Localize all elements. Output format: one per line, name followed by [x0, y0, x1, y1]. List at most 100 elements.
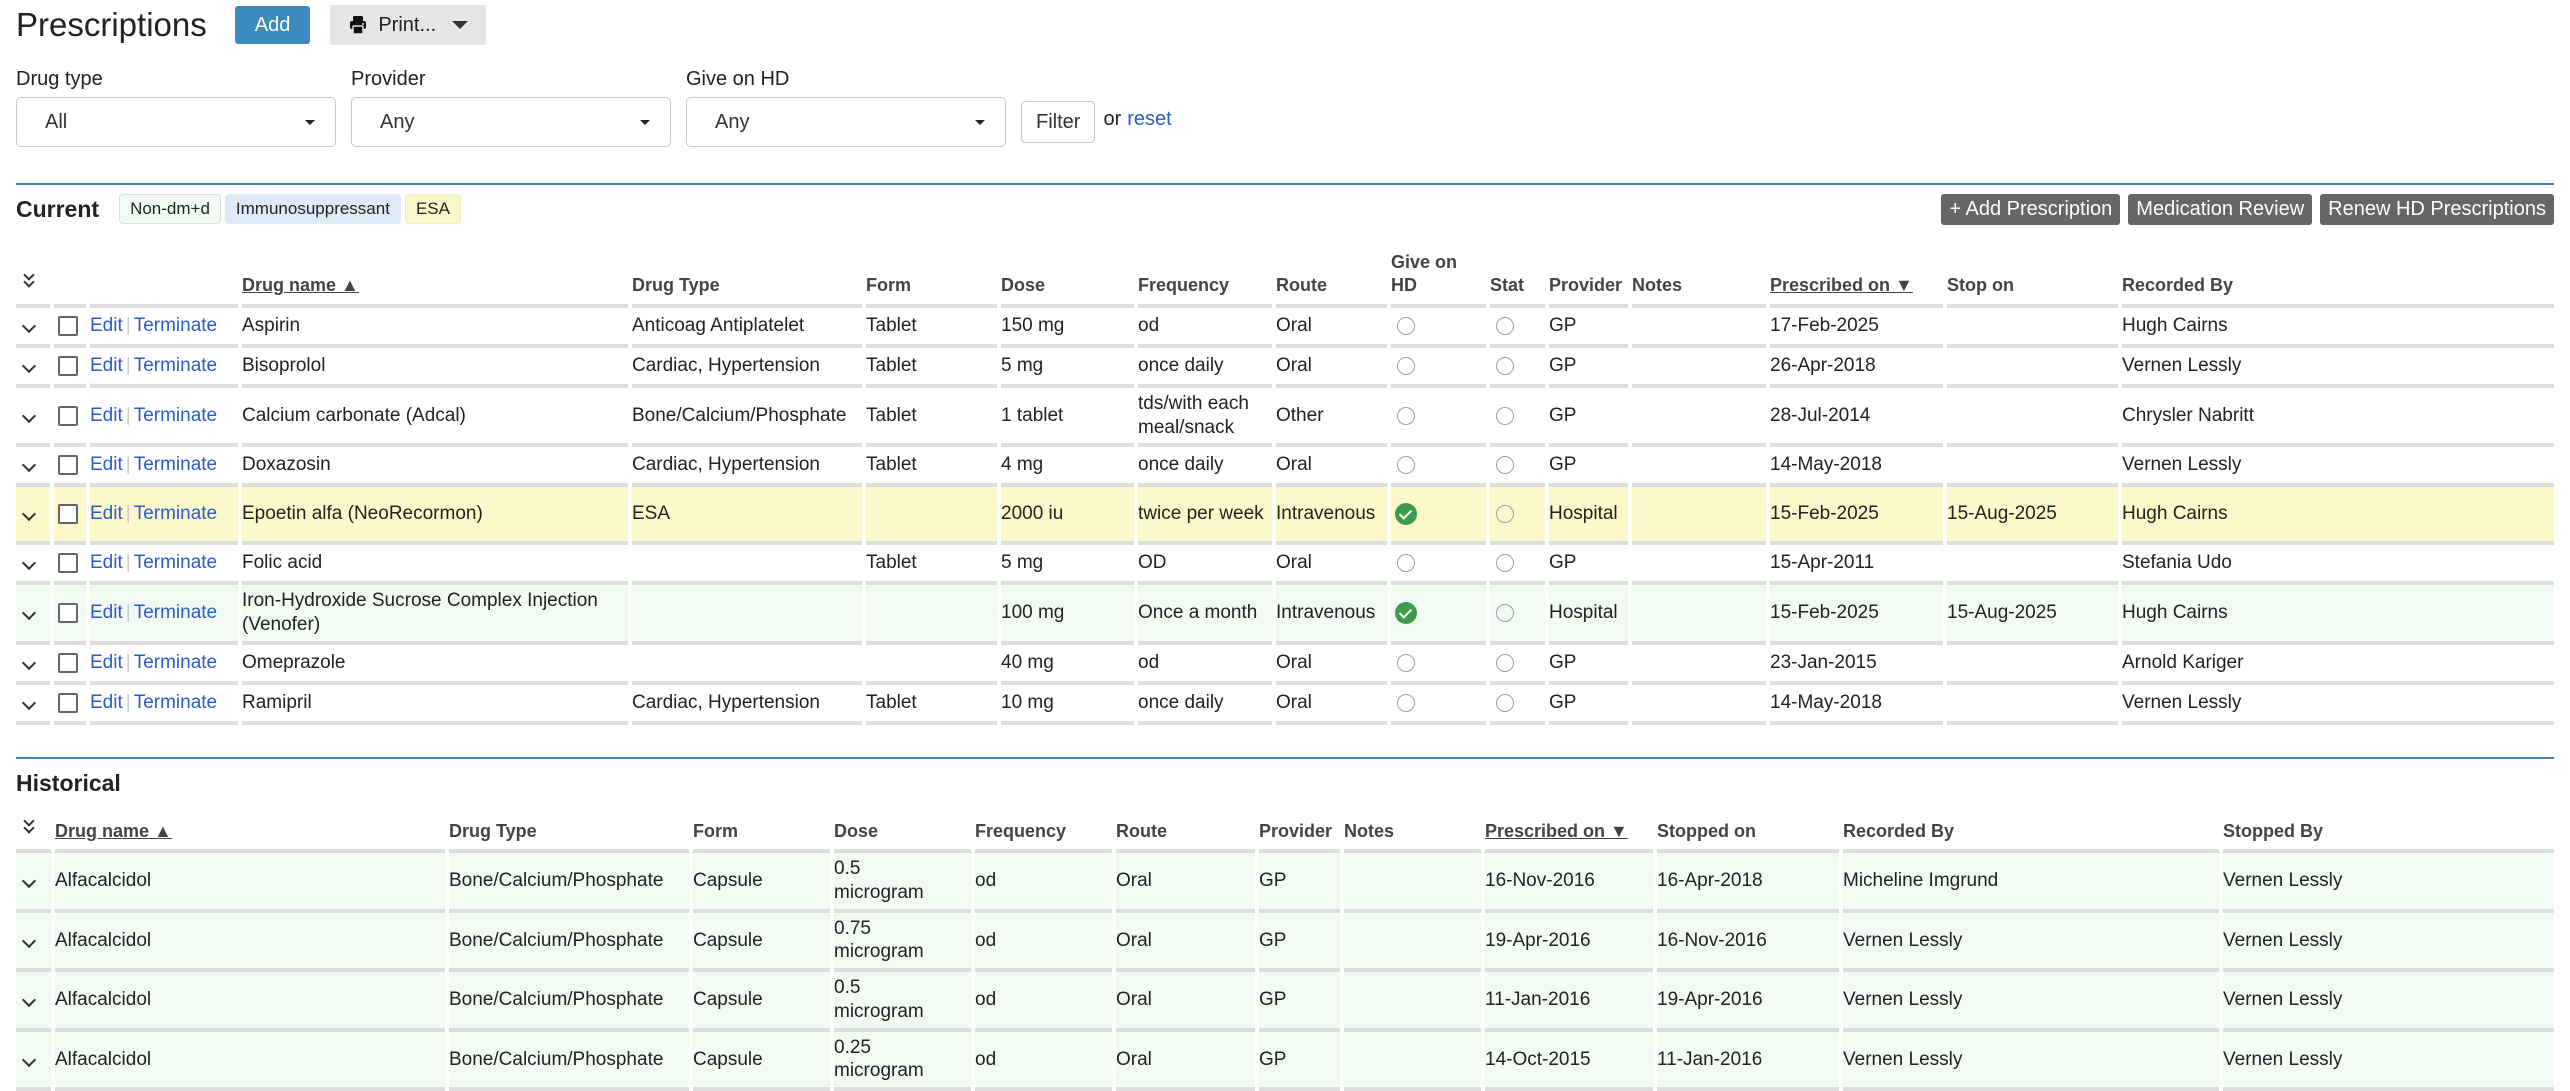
select-cell — [54, 308, 86, 348]
col-stat: Stat — [1490, 251, 1545, 308]
edit-link[interactable]: Edit — [90, 355, 123, 376]
chevron-down-icon[interactable] — [21, 507, 37, 522]
chevron-down-icon[interactable] — [21, 695, 37, 710]
give-on-hd — [1391, 645, 1486, 685]
route: Oral — [1276, 545, 1387, 586]
chevron-down-icon[interactable] — [21, 556, 37, 571]
row-checkbox[interactable] — [58, 455, 78, 476]
row-checkbox[interactable] — [58, 553, 78, 574]
col-form: Form — [866, 251, 997, 308]
col-drug-name[interactable]: Drug name ▲ — [242, 251, 628, 308]
terminate-link[interactable]: Terminate — [134, 552, 217, 573]
edit-link[interactable]: Edit — [90, 602, 123, 623]
prescribed-on: 14-Oct-2015 — [1485, 1031, 1653, 1091]
table-row: Alfacalcidol Bone/Calcium/Phosphate Capsul… — [16, 972, 2554, 1032]
row-checkbox[interactable] — [58, 405, 78, 426]
col-dose: Dose — [1001, 251, 1134, 308]
chevron-down-icon[interactable] — [21, 873, 37, 889]
row-checkbox[interactable] — [58, 355, 78, 376]
stat — [1490, 645, 1545, 685]
recorded-by: Hugh Cairns — [2122, 585, 2554, 645]
table-row: Edit | Terminate Doxazosin Cardiac, Hyperten… — [16, 447, 2554, 488]
drug-type: Bone/Calcium/Phosphate — [449, 853, 689, 913]
col-frequency: Frequency — [1138, 251, 1272, 308]
provider: GP — [1259, 1031, 1340, 1091]
form: Capsule — [693, 853, 830, 913]
row-checkbox[interactable] — [58, 504, 78, 525]
terminate-link[interactable]: Terminate — [134, 602, 217, 623]
medication-review-button[interactable]: Medication Review — [2128, 193, 2313, 225]
route: Oral — [1276, 447, 1387, 488]
expand-cell — [16, 348, 50, 388]
edit-link[interactable]: Edit — [90, 652, 123, 673]
chevron-down-icon[interactable] — [21, 358, 37, 373]
print-button[interactable]: Print... — [330, 5, 487, 45]
col-drug-name[interactable]: Drug name ▲ — [55, 817, 445, 854]
edit-link[interactable]: Edit — [90, 315, 123, 336]
edit-link[interactable]: Edit — [90, 454, 123, 475]
terminate-link[interactable]: Terminate — [134, 454, 217, 475]
row-checkbox[interactable] — [58, 315, 78, 336]
terminate-link[interactable]: Terminate — [134, 355, 217, 376]
frequency: od — [975, 1031, 1112, 1091]
stat — [1490, 388, 1545, 448]
chevron-down-icon[interactable] — [21, 992, 37, 1008]
dose: 150 mg — [1001, 308, 1134, 348]
route: Oral — [1116, 912, 1255, 973]
table-row: Alfacalcidol Bone/Calcium/Phosphate Capsul… — [16, 853, 2554, 913]
edit-link[interactable]: Edit — [90, 405, 123, 426]
prescribed-on: 15-Feb-2025 — [1770, 585, 1943, 645]
chevron-down-icon[interactable] — [21, 458, 37, 473]
or-text: or — [1103, 108, 1122, 130]
form: Capsule — [693, 1031, 830, 1091]
table-row: Edit | Terminate Iron-Hydroxide Sucrose Com… — [16, 585, 2554, 645]
chevron-down-icon[interactable] — [21, 318, 37, 333]
expand-all-icon[interactable] — [22, 815, 36, 837]
prescribed-on: 19-Apr-2016 — [1485, 912, 1653, 973]
col-prescribed-on[interactable]: Prescribed on ▼ — [1485, 817, 1653, 854]
stat — [1490, 685, 1545, 725]
table-row: Alfacalcidol Bone/Calcium/Phosphate Capsul… — [16, 912, 2554, 973]
notes — [1344, 912, 1481, 973]
terminate-link[interactable]: Terminate — [134, 692, 217, 713]
col-prescribed-on[interactable]: Prescribed on ▼ — [1770, 251, 1943, 308]
edit-link[interactable]: Edit — [90, 503, 123, 524]
drug-type-select[interactable]: All — [16, 97, 336, 147]
terminate-link[interactable]: Terminate — [134, 652, 217, 673]
chevron-down-icon[interactable] — [21, 655, 37, 670]
reset-link[interactable]: reset — [1127, 108, 1171, 131]
provider-label: Provider — [351, 68, 426, 90]
add-button[interactable]: Add — [234, 6, 311, 44]
form — [866, 645, 997, 685]
drug-type-value: All — [45, 110, 68, 133]
chevron-down-icon[interactable] — [21, 1052, 37, 1067]
provider: GP — [1259, 853, 1340, 913]
edit-link[interactable]: Edit — [90, 692, 123, 713]
provider: GP — [1549, 545, 1628, 586]
check-circle-icon — [1395, 503, 1417, 526]
chevron-down-icon[interactable] — [21, 933, 37, 948]
filter-button[interactable]: Filter — [1021, 101, 1096, 143]
form: Capsule — [693, 912, 830, 973]
chevron-down-icon[interactable] — [21, 408, 37, 423]
prescribed-on: 15-Feb-2025 — [1770, 487, 1943, 546]
edit-link[interactable]: Edit — [90, 552, 123, 573]
terminate-link[interactable]: Terminate — [134, 405, 217, 426]
terminate-link[interactable]: Terminate — [134, 503, 217, 524]
chevron-down-icon — [305, 119, 315, 125]
expand-all-icon[interactable] — [22, 269, 36, 291]
give-on-hd — [1391, 308, 1486, 348]
form — [866, 487, 997, 546]
add-prescription-button[interactable]: + Add Prescription — [1941, 193, 2121, 225]
row-checkbox[interactable] — [58, 692, 78, 713]
give-on-hd-select[interactable]: Any — [686, 97, 1006, 147]
stopped-by: Vernen Lessly — [2223, 912, 2554, 973]
row-checkbox[interactable] — [58, 652, 78, 673]
terminate-link[interactable]: Terminate — [134, 315, 217, 336]
provider-select[interactable]: Any — [351, 97, 671, 147]
chevron-down-icon[interactable] — [21, 606, 37, 621]
dose: 10 mg — [1001, 685, 1134, 725]
recorded-by: Vernen Lessly — [2122, 685, 2554, 725]
row-checkbox[interactable] — [58, 603, 78, 624]
renew-hd-prescriptions-button[interactable]: Renew HD Prescriptions — [2320, 193, 2554, 225]
